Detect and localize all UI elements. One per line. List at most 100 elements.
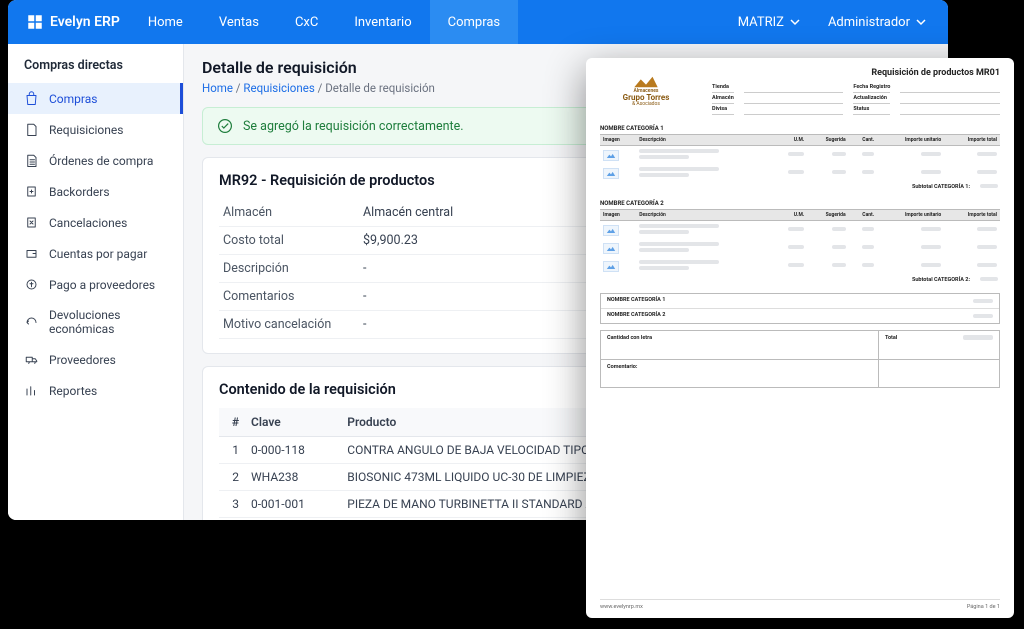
pdf-image-placeholder [603, 168, 619, 179]
chevron-down-icon [790, 17, 800, 27]
return-icon [24, 315, 39, 330]
pdf-image-placeholder [603, 225, 619, 236]
brand-name: Evelyn ERP [50, 14, 120, 30]
placeholder-bar [977, 245, 997, 249]
placeholder-bar [639, 248, 689, 252]
pdf-summary-row: NOMBRE CATEGORÍA 1 [601, 294, 999, 309]
sidebar-item-cancelaciones[interactable]: Cancelaciones [8, 207, 183, 238]
breadcrumb-item[interactable]: Requisiciones [243, 81, 314, 95]
pdf-image-placeholder [603, 150, 619, 161]
pdf-category: NOMBRE CATEGORÍA 2 ImagenDescripciónU.M.… [600, 200, 1000, 283]
pdf-subtotal: Subtotal CATEGORÍA 1: [600, 184, 1000, 190]
pdf-table-row [600, 164, 1000, 182]
sidebar-item-requisiciones[interactable]: Requisiciones [8, 114, 183, 145]
pdf-preview: Almacenes Grupo Torres & Asociados Requi… [586, 58, 1014, 618]
placeholder-bar [639, 224, 719, 228]
placeholder-bar [639, 230, 689, 234]
placeholder-bar [639, 167, 719, 171]
placeholder-bar [921, 152, 941, 156]
chart-icon [24, 383, 39, 398]
placeholder-bar [788, 170, 804, 174]
placeholder-bar [832, 170, 846, 174]
pdf-title: Requisición de productos MR01 [712, 68, 1000, 78]
sidebar-item-órdenes-de-compra[interactable]: Órdenes de compra [8, 145, 183, 176]
nav-item-cxc[interactable]: CxC [277, 0, 336, 44]
pdf-table-row [600, 257, 1000, 275]
placeholder-bar [921, 245, 941, 249]
sidebar-item-backorders[interactable]: Backorders [8, 176, 183, 207]
org-switcher[interactable]: MATRIZ [724, 15, 814, 30]
sidebar-item-proveedores[interactable]: Proveedores [8, 344, 183, 375]
pdf-meta-cell: Tienda [712, 84, 734, 93]
truck-icon [24, 352, 39, 367]
check-circle-icon [217, 118, 233, 134]
sidebar-item-label: Reportes [49, 384, 97, 398]
placeholder-bar [639, 260, 719, 264]
user-menu[interactable]: Administrador [814, 15, 940, 30]
org-name: MATRIZ [738, 15, 784, 30]
sidebar-item-label: Proveedores [49, 353, 116, 367]
pdf-image-placeholder [603, 243, 619, 254]
nav-item-home[interactable]: Home [130, 0, 201, 44]
placeholder-bar [977, 152, 997, 156]
placeholder-bar [639, 242, 719, 246]
sidebar-item-cuentas-por-pagar[interactable]: Cuentas por pagar [8, 238, 183, 269]
pdf-qty-label: Cantidad con letra [601, 331, 879, 359]
pdf-logo-icon [633, 75, 659, 89]
pdf-footer-site: www.evelynrp.mx [600, 604, 643, 610]
topbar-right: MATRIZ Administrador [724, 0, 940, 44]
cash-icon [24, 277, 39, 292]
nav-item-compras[interactable]: Compras [430, 0, 519, 44]
sidebar-title: Compras directas [8, 44, 183, 83]
bag-icon [24, 91, 39, 106]
pdf-meta-cell: Fecha Registro [853, 84, 890, 93]
placeholder-bar [973, 299, 993, 303]
wallet-icon [24, 246, 39, 261]
sidebar-item-label: Pago a proveedores [49, 278, 155, 292]
placeholder-bar [862, 245, 874, 249]
pdf-logo: Almacenes Grupo Torres & Asociados [600, 68, 692, 114]
req-col-1: Clave [245, 408, 341, 437]
sidebar-item-label: Cancelaciones [49, 216, 127, 230]
pdf-footer: www.evelynrp.mx Página 1 de 1 [600, 599, 1000, 610]
pdf-meta-cell [744, 84, 844, 93]
back-icon [24, 184, 39, 199]
brand[interactable]: Evelyn ERP [16, 0, 130, 44]
pdf-table-row [600, 146, 1000, 165]
sidebar-item-label: Devoluciones económicas [49, 308, 167, 336]
placeholder-bar [862, 152, 874, 156]
pdf-total-cell: Total [879, 331, 999, 359]
sidebar-item-label: Órdenes de compra [49, 154, 153, 168]
placeholder-bar [788, 263, 804, 267]
nav-item-ventas[interactable]: Ventas [201, 0, 277, 44]
sidebar-item-compras[interactable]: Compras [8, 83, 183, 114]
placeholder-bar [921, 263, 941, 267]
cancel-icon [24, 215, 39, 230]
placeholder-bar [639, 149, 719, 153]
nav-item-inventario[interactable]: Inventario [336, 0, 429, 44]
placeholder-bar [862, 227, 874, 231]
user-name: Administrador [828, 15, 910, 30]
alert-text: Se agregó la requisición correctamente. [243, 119, 464, 134]
placeholder-bar [832, 152, 846, 156]
pdf-meta-cell [900, 95, 1000, 104]
breadcrumb-item: Detalle de requisición [325, 81, 435, 95]
placeholder-bar [639, 266, 689, 270]
breadcrumb-item[interactable]: Home [202, 81, 233, 95]
sidebar-item-reportes[interactable]: Reportes [8, 375, 183, 406]
doc-icon [24, 122, 39, 137]
placeholder-bar [862, 170, 874, 174]
topbar: Evelyn ERP HomeVentasCxCInventarioCompra… [8, 0, 948, 44]
sidebar-item-label: Requisiciones [49, 123, 123, 137]
sidebar-items: Compras Requisiciones Órdenes de compra Bac… [8, 83, 183, 406]
sidebar-item-pago-a-proveedores[interactable]: Pago a proveedores [8, 269, 183, 300]
pdf-category-name: NOMBRE CATEGORÍA 1 [600, 125, 1000, 132]
chevron-down-icon [916, 17, 926, 27]
placeholder-bar [639, 173, 689, 177]
placeholder-bar [973, 314, 993, 318]
placeholder-bar [977, 170, 997, 174]
pdf-comment-label: Comentario: [601, 359, 879, 387]
pdf-summary-row: NOMBRE CATEGORÍA 2 [601, 309, 999, 323]
sidebar-item-devoluciones-económicas[interactable]: Devoluciones económicas [8, 300, 183, 344]
pdf-category-name: NOMBRE CATEGORÍA 2 [600, 200, 1000, 207]
